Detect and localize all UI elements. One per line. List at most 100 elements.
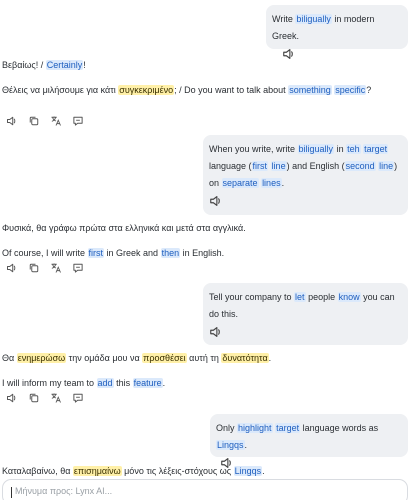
- lingq-word[interactable]: Lingqs: [233, 466, 263, 476]
- message-text: Βεβαίως! / Certainly! Θέλεις να μιλήσουμε…: [2, 57, 406, 99]
- message-text: Tell your company to let people know you…: [209, 289, 402, 323]
- text-run: I will inform my team to: [2, 378, 97, 388]
- lingq-word[interactable]: specific: [334, 85, 367, 95]
- text-run: Καταλαβαίνω, θα: [2, 466, 73, 476]
- text-run: people: [305, 292, 338, 302]
- assistant-message: Καταλαβαίνω, θα επισημαίνω μόνο τις λέξε…: [2, 463, 406, 480]
- lingq-word[interactable]: teh: [346, 144, 361, 154]
- message-actions: [6, 262, 84, 274]
- message-line: Βεβαίως! / Certainly!: [2, 57, 406, 74]
- text-run: in: [334, 144, 347, 154]
- text-run: μόνο τις λέξεις-στόχους ως: [121, 466, 234, 476]
- translate-icon[interactable]: [50, 392, 62, 404]
- text-run: in Greek and: [104, 248, 161, 258]
- new-word[interactable]: δυνατότητα: [221, 353, 269, 363]
- text-run: Tell your company to: [209, 292, 295, 302]
- text-run: Θα: [2, 353, 17, 363]
- lingq-word[interactable]: separate: [221, 178, 259, 188]
- lingq-word[interactable]: biligually: [295, 14, 332, 24]
- speaker-icon[interactable]: [6, 392, 18, 404]
- message-text: Θα ενημερώσω την ομάδα μου να προσθέσει …: [2, 350, 406, 392]
- message-actions: [6, 392, 84, 404]
- translate-icon[interactable]: [50, 115, 62, 127]
- copy-icon[interactable]: [28, 115, 40, 127]
- lingq-word[interactable]: Certainly: [45, 60, 84, 70]
- user-message-bubble: Write biligually in modern Greek.: [266, 5, 408, 59]
- copy-icon[interactable]: [28, 262, 40, 274]
- text-run: .: [268, 353, 272, 363]
- text-run: την ομάδα μου να: [66, 353, 143, 363]
- text-run: αυτή τη: [186, 353, 222, 363]
- lingq-word[interactable]: lines: [261, 178, 282, 188]
- message-text: Φυσικά, θα γράφω πρώτα στα ελληνικά και …: [2, 220, 406, 262]
- text-run: language words as: [300, 423, 379, 433]
- lingq-word[interactable]: target: [363, 144, 389, 154]
- speaker-icon[interactable]: [209, 325, 223, 339]
- message-text: Only highlight target language words as …: [216, 420, 402, 454]
- lingq-word[interactable]: first: [87, 248, 105, 258]
- message-line: Φυσικά, θα γράφω πρώτα στα ελληνικά και …: [2, 220, 406, 237]
- speaker-icon[interactable]: [6, 115, 18, 127]
- lingq-word[interactable]: something: [288, 85, 332, 95]
- text-run: Write: [272, 14, 296, 24]
- text-run: ) and English (: [286, 161, 345, 171]
- new-word[interactable]: ενημερώσω: [16, 353, 67, 363]
- lingq-word[interactable]: line: [378, 161, 395, 171]
- message-actions: [6, 115, 84, 127]
- message-text: Καταλαβαίνω, θα επισημαίνω μόνο τις λέξε…: [2, 463, 406, 480]
- lingq-word[interactable]: know: [337, 292, 361, 302]
- text-run: .: [262, 466, 265, 476]
- feedback-icon[interactable]: [72, 262, 84, 274]
- text-run: Βεβαίως! /: [2, 60, 46, 70]
- speaker-icon[interactable]: [209, 194, 223, 208]
- lingq-word[interactable]: biligually: [297, 144, 335, 154]
- chat-page: Write biligually in modern Greek. Βεβαίω…: [0, 0, 414, 500]
- text-run: .: [281, 178, 285, 188]
- speaker-icon[interactable]: [6, 262, 18, 274]
- user-message-bubble: When you write, write biligually in teh …: [203, 135, 408, 215]
- user-message-bubble: Tell your company to let people know you…: [203, 283, 408, 345]
- text-run: ?: [366, 85, 372, 95]
- lingq-word[interactable]: highlight: [237, 423, 273, 433]
- text-run: language (: [209, 161, 252, 171]
- translate-icon[interactable]: [50, 262, 62, 274]
- feedback-icon[interactable]: [72, 392, 84, 404]
- text-run: Φυσικά, θα γράφω πρώτα στα ελληνικά και …: [2, 223, 246, 233]
- text-run: Θέλεις να μιλήσουμε για κάτι: [2, 85, 119, 95]
- lingq-word[interactable]: let: [294, 292, 306, 302]
- text-run: .: [162, 378, 166, 388]
- copy-icon[interactable]: [28, 392, 40, 404]
- feedback-icon[interactable]: [72, 115, 84, 127]
- message-line: Θα ενημερώσω την ομάδα μου να προσθέσει …: [2, 350, 406, 367]
- assistant-message: Φυσικά, θα γράφω πρώτα στα ελληνικά και …: [2, 220, 406, 262]
- assistant-message: Θα ενημερώσω την ομάδα μου να προσθέσει …: [2, 350, 406, 392]
- text-run: !: [83, 60, 86, 70]
- lingq-word[interactable]: then: [160, 248, 181, 258]
- text-run: this: [113, 378, 133, 388]
- text-run: .: [244, 440, 248, 450]
- message-text: When you write, write biligually in teh …: [209, 141, 402, 192]
- lingq-word[interactable]: add: [96, 378, 114, 388]
- message-line: Καταλαβαίνω, θα επισημαίνω μόνο τις λέξε…: [2, 463, 406, 480]
- message-input[interactable]: [11, 486, 403, 496]
- lingq-word[interactable]: second: [344, 161, 376, 171]
- lingq-word[interactable]: Lingqs: [216, 440, 245, 450]
- lingq-word[interactable]: first: [251, 161, 269, 171]
- lingq-word[interactable]: target: [275, 423, 301, 433]
- new-word[interactable]: προσθέσει: [142, 353, 187, 363]
- new-word[interactable]: επισημαίνω: [72, 466, 122, 476]
- new-word[interactable]: συγκεκριμένο: [118, 85, 175, 95]
- text-run: in English.: [180, 248, 225, 258]
- lingq-word[interactable]: feature: [132, 378, 163, 388]
- text-run: ; / Do you want to talk about: [174, 85, 289, 95]
- user-message-bubble: Only highlight target language words as …: [210, 414, 408, 468]
- text-caret: [11, 487, 12, 498]
- assistant-message: Βεβαίως! / Certainly! Θέλεις να μιλήσουμε…: [2, 57, 406, 99]
- text-run: Only: [216, 423, 238, 433]
- message-text: Write biligually in modern Greek.: [272, 11, 402, 45]
- message-line: Θέλεις να μιλήσουμε για κάτι συγκεκριμέν…: [2, 82, 406, 99]
- message-composer[interactable]: [2, 479, 408, 500]
- message-line: Of course, I will write first in Greek a…: [2, 245, 406, 262]
- lingq-word[interactable]: line: [270, 161, 287, 171]
- message-line: I will inform my team to add this featur…: [2, 375, 406, 392]
